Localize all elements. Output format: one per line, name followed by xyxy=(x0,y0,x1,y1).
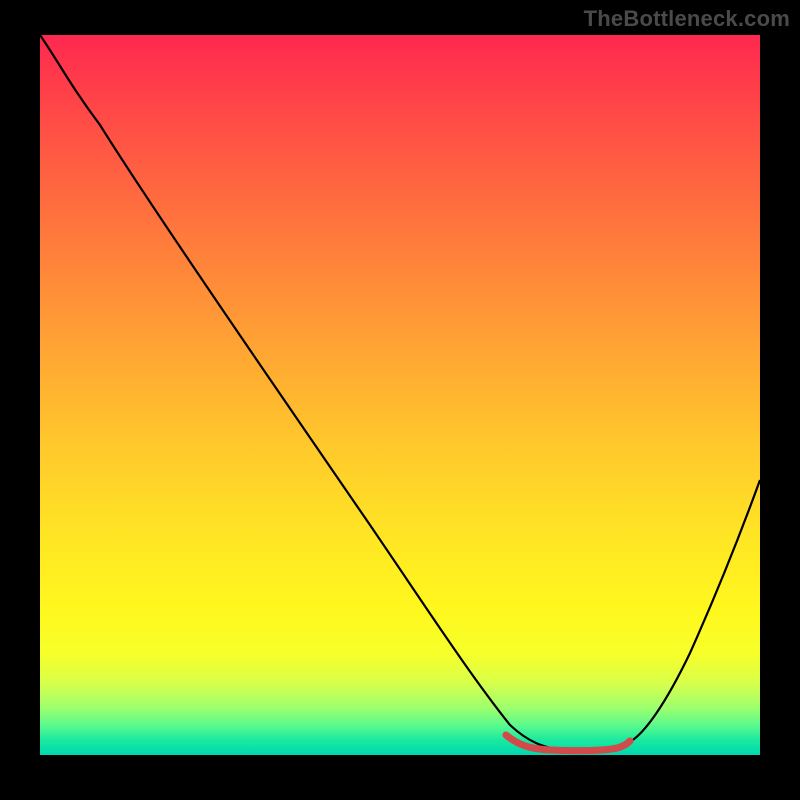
watermark-text: TheBottleneck.com xyxy=(584,6,790,32)
curve-svg xyxy=(40,35,760,755)
chart-frame: TheBottleneck.com xyxy=(0,0,800,800)
plot-area xyxy=(40,35,760,755)
bottleneck-curve xyxy=(40,35,760,750)
